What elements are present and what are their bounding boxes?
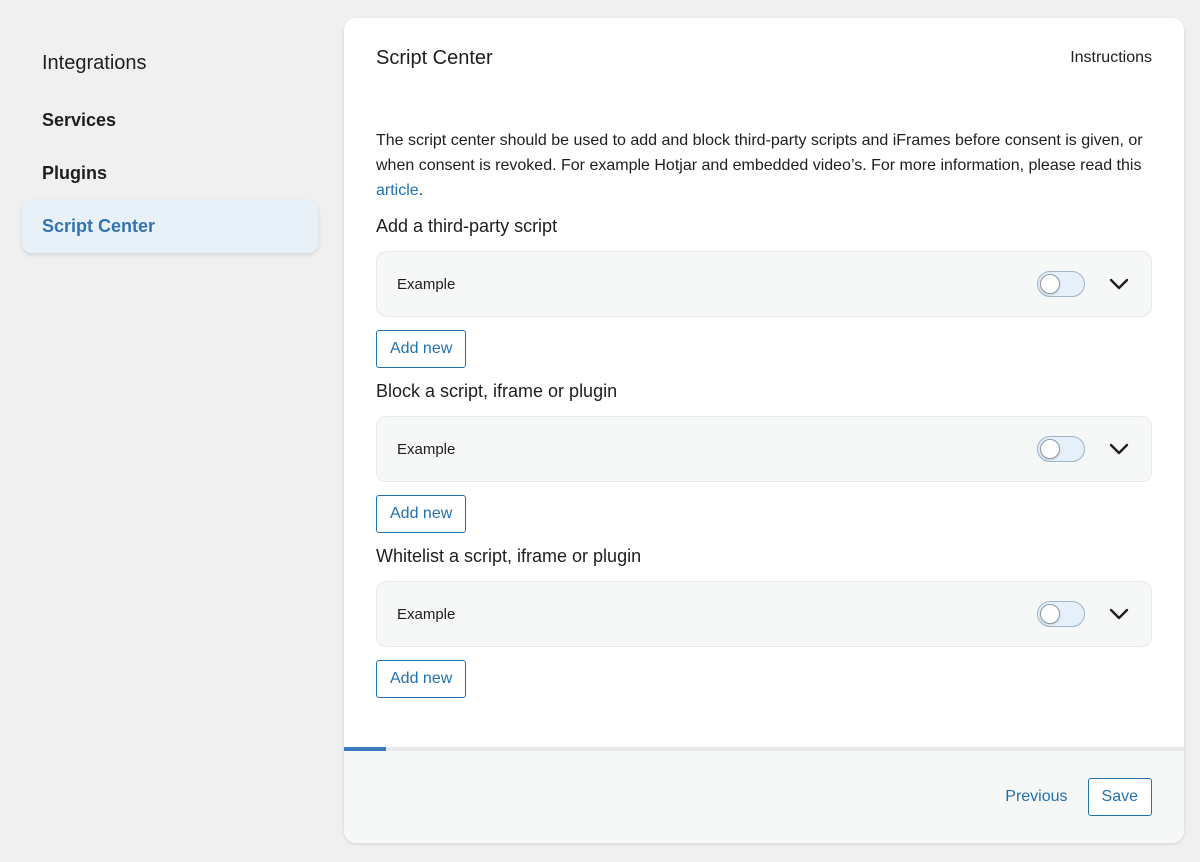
panel-footer: Previous Save [344, 751, 1184, 843]
instructions-link[interactable]: Instructions [1070, 49, 1152, 67]
save-button[interactable]: Save [1087, 778, 1152, 816]
previous-button[interactable]: Previous [1005, 788, 1067, 806]
chevron-down-icon[interactable] [1107, 437, 1131, 461]
script-center-panel: Script Center Instructions The script ce… [344, 18, 1184, 843]
chevron-down-icon[interactable] [1107, 602, 1131, 626]
intro-text-body: The script center should be used to add … [376, 132, 1143, 174]
intro-text-end: . [418, 182, 424, 199]
enable-toggle[interactable] [1037, 601, 1085, 627]
toggle-knob [1040, 439, 1060, 459]
script-item-label: Example [397, 605, 456, 623]
panel-header: Script Center Instructions [376, 44, 1152, 72]
script-item-label: Example [397, 275, 456, 293]
intro-text: The script center should be used to add … [376, 128, 1152, 203]
add-new-button[interactable]: Add new [376, 495, 467, 533]
sidebar-item-plugins[interactable]: Plugins [22, 147, 318, 200]
script-item-label: Example [397, 440, 456, 458]
script-item-row[interactable]: Example [376, 416, 1152, 482]
sidebar: Integrations Services Plugins Script Cen… [22, 40, 318, 253]
enable-toggle[interactable] [1037, 271, 1085, 297]
enable-toggle[interactable] [1037, 436, 1085, 462]
section-add-script: Add a third-party script Example Add new [376, 213, 1152, 368]
script-item-row[interactable]: Example [376, 251, 1152, 317]
section-whitelist-script: Whitelist a script, iframe or plugin Exa… [376, 543, 1152, 698]
section-title: Block a script, iframe or plugin [376, 381, 618, 401]
section-title: Whitelist a script, iframe or plugin [376, 546, 642, 566]
footer-actions: Previous Save [1005, 778, 1152, 816]
article-link[interactable]: article [376, 182, 419, 199]
sidebar-item-services[interactable]: Services [22, 94, 318, 147]
sidebar-heading: Integrations [42, 52, 147, 74]
sidebar-list: Services Plugins Script Center [22, 94, 318, 253]
panel-body: The script center should be used to add … [376, 128, 1152, 698]
chevron-down-icon[interactable] [1107, 272, 1131, 296]
script-item-row[interactable]: Example [376, 581, 1152, 647]
toggle-knob [1040, 604, 1060, 624]
add-new-button[interactable]: Add new [376, 330, 467, 368]
add-new-button[interactable]: Add new [376, 660, 467, 698]
section-title: Add a third-party script [376, 216, 558, 236]
page-title: Script Center [376, 46, 493, 69]
sidebar-item-script-center[interactable]: Script Center [22, 200, 318, 253]
toggle-knob [1040, 274, 1060, 294]
section-block-script: Block a script, iframe or plugin Example… [376, 378, 1152, 533]
